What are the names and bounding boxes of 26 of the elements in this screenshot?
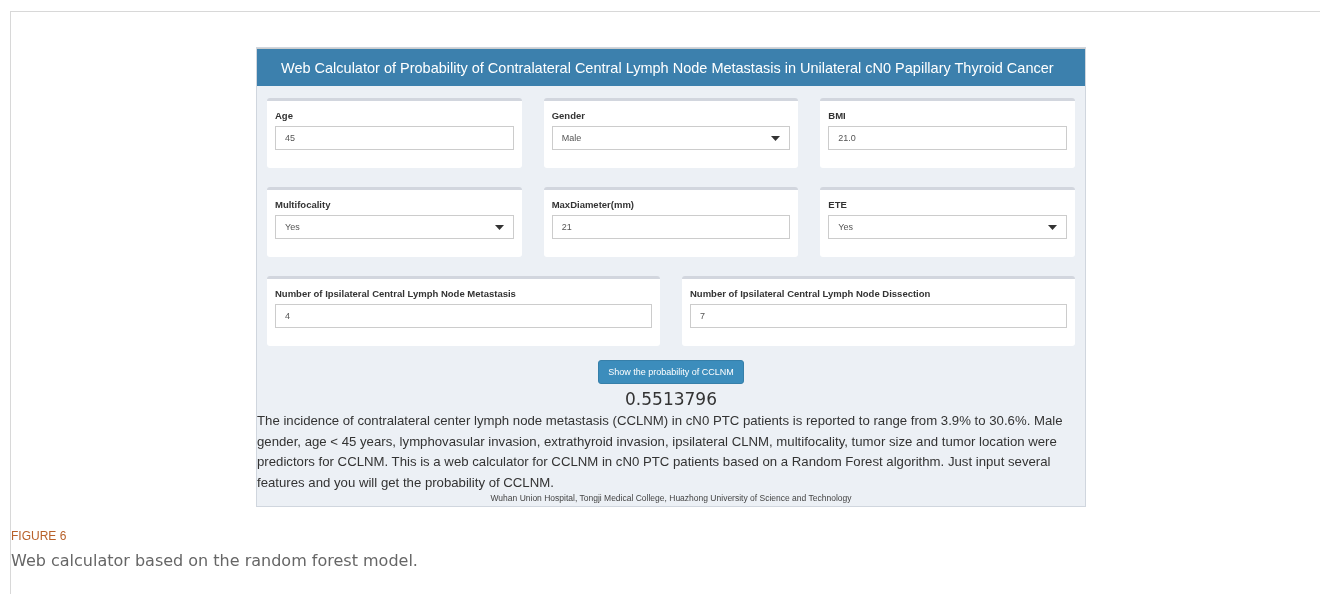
input-field[interactable]: 21 xyxy=(551,215,791,239)
dropdown[interactable]: Male xyxy=(551,126,791,150)
dropdown[interactable]: Yes xyxy=(828,215,1067,239)
app-title: Web Calculator of Probability of Contralateral Central Lymph Node Metastasis in Unilateral cN0 Papillary Thyroid Cancer xyxy=(257,48,1085,86)
field-label: Number of Ipsilateral Central Lymph Node Dissection xyxy=(690,288,932,299)
figure-caption: Web calculator based on the random forest model. xyxy=(11,551,419,570)
field-label: ETE xyxy=(828,199,848,210)
show-probability-button[interactable]: Show the probability of CCLNM xyxy=(598,360,744,384)
input-field[interactable]: 45 xyxy=(275,126,514,150)
probability-result: 0.5513796 xyxy=(624,389,718,409)
footer-text: Wuhan Union Hospital, Tongji Medical College, Huazhong University of Science and Technology xyxy=(489,493,853,505)
description-paragraph: The incidence of contralateral center lymph node metastasis (CCLNM) in cN0 PTC patients is reported to range from 3.9% to 30.6%. Male gender, age < 45 years, lymphovasular invasion, extrathyroid invasion, ipsilateral CLNM, multifocality, tumor size and tumor location were predictors for CCLNM. This is a web calculator for CCLNM in cN0 PTC patients based on a Random Forest algorithm. Just input several features and you will get the probability of CCLNM. xyxy=(257,412,1064,492)
input-field[interactable]: 4 xyxy=(275,304,652,328)
figure-label: FIGURE 6 xyxy=(11,529,68,543)
field-label: Gender xyxy=(551,110,586,121)
caret-icon xyxy=(771,135,781,141)
field-label: Number of Ipsilateral Central Lymph Node Metastasis xyxy=(275,288,517,299)
field-label: Multifocality xyxy=(275,199,332,210)
input-field[interactable]: 21.0 xyxy=(828,126,1067,150)
field-label: Age xyxy=(275,110,294,121)
input-field[interactable]: 7 xyxy=(690,304,1067,328)
dropdown[interactable]: Yes xyxy=(275,215,514,239)
field-label: MaxDiameter(mm) xyxy=(551,199,636,210)
caret-icon xyxy=(1048,224,1057,230)
caret-icon xyxy=(494,224,504,230)
field-label: BMI xyxy=(828,110,847,121)
